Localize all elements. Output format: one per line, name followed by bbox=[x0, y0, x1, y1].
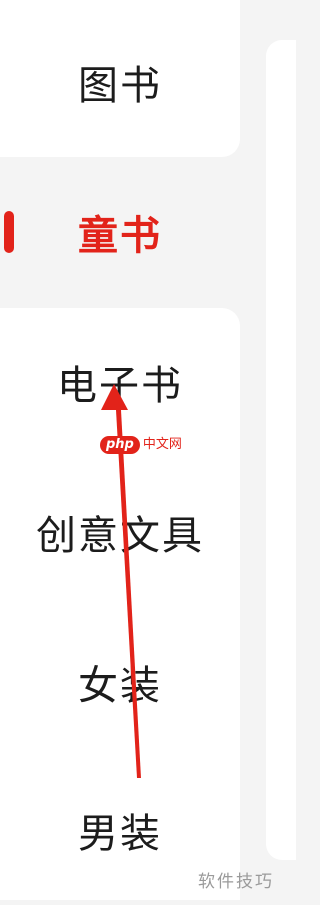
sidebar-item-stationery[interactable]: 创意文具 bbox=[0, 457, 240, 607]
sidebar-item-childrens-books[interactable]: 童书 bbox=[0, 157, 240, 307]
sidebar-item-label: 女装 bbox=[78, 663, 162, 709]
content-panel-edge bbox=[262, 0, 296, 900]
site-watermark: php 中文网 bbox=[100, 436, 182, 454]
php-logo: php bbox=[100, 436, 140, 454]
sidebar-item-label: 创意文具 bbox=[36, 513, 204, 559]
sidebar-item-label: 电子书 bbox=[57, 363, 183, 409]
sidebar-item-womens-clothing[interactable]: 女装 bbox=[0, 607, 240, 757]
content-card bbox=[266, 40, 296, 860]
watermark-text: 中文网 bbox=[142, 437, 182, 452]
sidebar-item-label: 图书 bbox=[78, 63, 162, 109]
sidebar-item-books[interactable]: 图书 bbox=[0, 7, 240, 157]
sidebar-item-label: 男装 bbox=[78, 811, 162, 857]
corner-watermark: 软件技巧 bbox=[198, 872, 274, 892]
sidebar-item-label: 童书 bbox=[78, 213, 162, 259]
sidebar-item-ebooks[interactable]: 电子书 bbox=[0, 307, 240, 457]
